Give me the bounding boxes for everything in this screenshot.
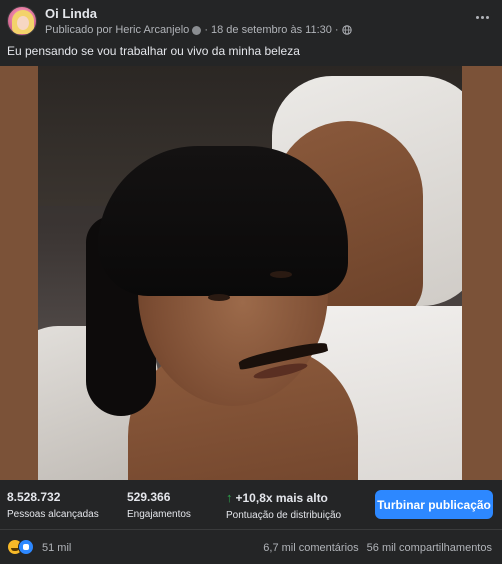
published-by-text[interactable]: Publicado por Heric Arcanjelo	[45, 24, 189, 36]
more-dot-icon	[475, 15, 479, 19]
distribution-row: ↑ +10,8x mais alto	[226, 490, 341, 505]
engagement-stat[interactable]: 529.366 Engajamentos	[127, 490, 191, 520]
post-photo-container[interactable]	[0, 66, 502, 480]
info-icon[interactable]	[192, 25, 202, 35]
reaction-icons[interactable]	[7, 539, 37, 555]
distribution-label: Pontuação de distribuição	[226, 510, 342, 521]
meta-separator-2: ·	[334, 24, 339, 36]
reach-stat[interactable]: 8.528.732 Pessoas alcançadas	[7, 490, 99, 520]
page-avatar[interactable]	[7, 6, 37, 36]
post-meta: Publicado por Heric Arcanjelo · 18 de se…	[45, 24, 352, 36]
like-icon	[18, 539, 34, 555]
page-name-link[interactable]: Oi Linda	[45, 6, 97, 21]
reaction-count[interactable]: 51 mil	[42, 542, 71, 554]
shares-count-link[interactable]: 56 mil compartilhamentos	[367, 542, 492, 554]
more-dot-icon	[480, 15, 484, 19]
avatar-face	[17, 16, 29, 30]
boost-post-button[interactable]: Turbinar publicação	[375, 490, 493, 519]
post-photo[interactable]	[38, 66, 462, 480]
photo-eye-left	[208, 294, 230, 301]
post-date[interactable]: 18 de setembro às 11:30	[211, 24, 332, 36]
globe-icon	[341, 25, 352, 35]
engagement-counts: 6,7 mil comentários 56 mil compartilhame…	[263, 542, 492, 554]
engagement-label: Engajamentos	[127, 509, 191, 520]
post-header: Oi Linda Publicado por Heric Arcanjelo ·…	[0, 0, 502, 40]
engagement-value: 529.366	[127, 490, 171, 504]
meta-separator: ·	[204, 24, 208, 36]
comments-count-link[interactable]: 6,7 mil comentários	[263, 542, 358, 554]
reach-label: Pessoas alcançadas	[7, 509, 99, 520]
distribution-value: +10,8x mais alto	[235, 490, 328, 505]
distribution-stat[interactable]: ↑ +10,8x mais alto Pontuação de distribu…	[226, 490, 341, 521]
reach-value: 8.528.732	[7, 490, 61, 504]
post-caption: Eu pensando se vou trabalhar ou vivo da …	[7, 44, 300, 58]
photo-eye-right	[270, 271, 292, 278]
up-arrow-icon: ↑	[226, 490, 233, 505]
photo-hair	[98, 146, 348, 296]
more-options-button[interactable]	[472, 10, 492, 24]
reactions-bar: 51 mil 6,7 mil comentários 56 mil compar…	[0, 531, 502, 564]
more-dot-icon	[485, 15, 489, 19]
